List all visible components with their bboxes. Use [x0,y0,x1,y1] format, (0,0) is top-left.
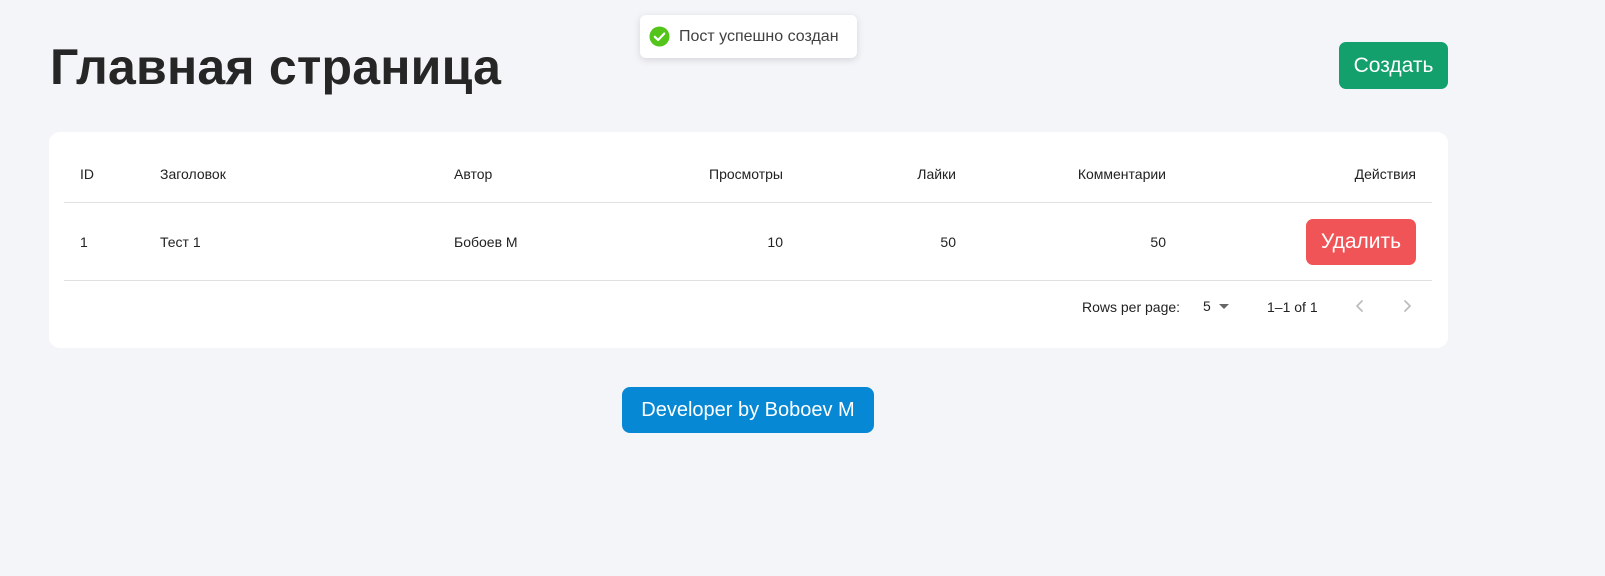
column-header-comments: Комментарии [1077,166,1166,182]
rows-per-page-label: Rows per page: [1082,299,1181,315]
column-header-id: ID [80,166,94,182]
column-header-views: Просмотры [709,166,783,182]
posts-table: ID Заголовок Автор Просмотры Лайки Комме… [64,132,1432,281]
chevron-right-icon [1404,300,1411,312]
chevron-left-icon [1356,300,1363,312]
check-circle-icon [649,26,670,47]
table-header-row: ID Заголовок Автор Просмотры Лайки Комме… [64,132,1432,203]
cell-views: 10 [767,233,783,250]
developer-button[interactable]: Developer by Boboev M [622,387,874,433]
table-pagination: Rows per page: 5 1–1 of 1 [49,281,1448,333]
page-title: Главная страница [50,39,502,95]
cell-title: Тест 1 [160,233,201,250]
success-toast: Пост успешно создан [640,15,857,58]
rows-per-page-select[interactable]: 5 [1203,298,1229,314]
pagination-range: 1–1 of 1 [1267,299,1318,315]
cell-id: 1 [80,233,88,250]
toast-message: Пост успешно создан [679,27,839,45]
cell-actions: Удалить [1264,203,1416,280]
next-page-button[interactable] [1393,292,1421,320]
posts-table-card: ID Заголовок Автор Просмотры Лайки Комме… [49,132,1448,348]
previous-page-button[interactable] [1346,292,1374,320]
column-header-author: Автор [454,166,493,182]
column-header-actions: Действия [1354,166,1416,182]
delete-button[interactable]: Удалить [1306,218,1416,265]
page: Главная страница Создать Пост успешно со… [0,0,1605,576]
cell-author: Бобоев М [454,233,518,250]
table-row: 1 Тест 1 Бобоев М 10 50 50 Удалить [64,203,1432,281]
rows-per-page-value: 5 [1203,298,1211,314]
cell-comments: 50 [1150,233,1166,250]
create-button[interactable]: Создать [1339,42,1448,89]
column-header-title: Заголовок [160,166,226,182]
column-header-likes: Лайки [917,166,956,182]
dropdown-caret-icon [1218,303,1229,309]
cell-likes: 50 [940,233,956,250]
